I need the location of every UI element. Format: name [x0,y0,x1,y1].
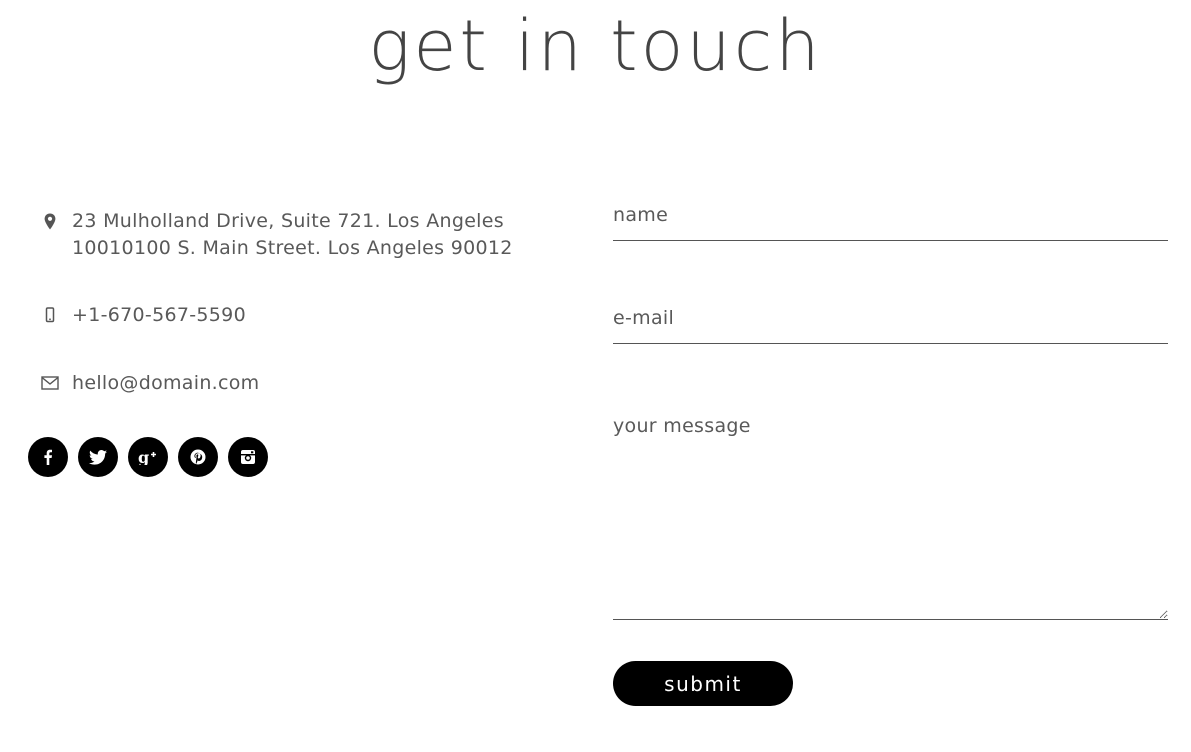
mobile-phone-icon [40,305,60,325]
phone-row: +1-670-567-5590 [40,302,246,329]
email-field[interactable] [613,293,1168,344]
google-plus-button[interactable]: g [128,437,168,477]
address-text: 23 Mulholland Drive, Suite 721. Los Ange… [72,208,513,262]
instagram-button[interactable] [228,437,268,477]
twitter-icon [89,449,107,465]
submit-button[interactable]: submit [613,661,793,706]
pinterest-icon [190,449,206,465]
instagram-icon [241,450,255,464]
twitter-button[interactable] [78,437,118,477]
page-title: get in touch [368,5,823,87]
address-row: 23 Mulholland Drive, Suite 721. Los Ange… [40,208,513,262]
facebook-icon [44,449,52,465]
name-field[interactable] [613,190,1168,241]
address-line-1: 23 Mulholland Drive, Suite 721. Los Ange… [72,210,504,232]
google-plus-icon: g [138,449,156,465]
email-address[interactable]: hello@domain.com [72,370,260,397]
email-row: hello@domain.com [40,370,260,397]
phone-number[interactable]: +1-670-567-5590 [72,302,246,329]
address-line-2: 10010100 S. Main Street. Los Angeles 900… [72,237,513,259]
envelope-icon [40,373,60,393]
social-links: g [28,437,268,477]
pinterest-button[interactable] [178,437,218,477]
message-field[interactable] [613,396,1168,620]
facebook-button[interactable] [28,437,68,477]
svg-text:g: g [138,449,149,465]
map-pin-icon [40,211,60,231]
